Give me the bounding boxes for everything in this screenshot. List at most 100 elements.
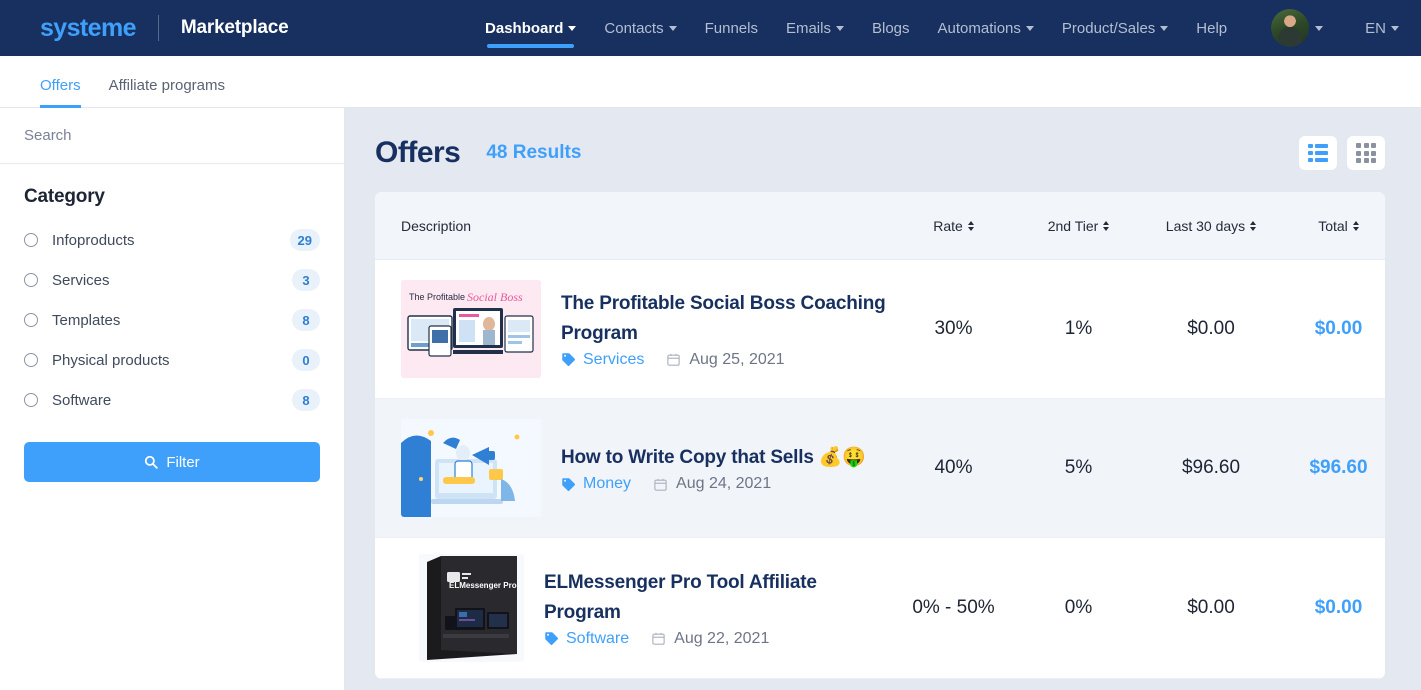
- section-tabs: Offers Affiliate programs: [0, 56, 1421, 108]
- category-option-services[interactable]: Services 3: [24, 260, 320, 300]
- sort-icon[interactable]: [1103, 221, 1109, 231]
- table-row[interactable]: The Profitable Social Boss: [375, 260, 1385, 399]
- sort-icon[interactable]: [1353, 221, 1359, 231]
- column-label: Description: [401, 218, 471, 234]
- offer-description-cell: The Profitable Social Boss: [401, 264, 891, 394]
- calendar-icon: [651, 631, 666, 646]
- offer-rate: 30%: [891, 318, 1016, 340]
- offer-date-label: Aug 25, 2021: [689, 351, 784, 369]
- systeme-logo[interactable]: systeme: [40, 14, 136, 43]
- nav-item-contacts[interactable]: Contacts: [604, 0, 676, 56]
- offers-main-panel: Offers 48 Results: [345, 108, 1421, 690]
- nav-item-blogs[interactable]: Blogs: [872, 0, 910, 56]
- nav-label-product-sales: Product/Sales: [1062, 20, 1155, 37]
- results-count: 48 Results: [486, 142, 581, 164]
- offer-text-block: The Profitable Social Boss Coaching Prog…: [561, 289, 891, 369]
- nav-item-dashboard[interactable]: Dashboard: [485, 0, 576, 56]
- offer-thumbnail[interactable]: ELMessenger Pro: [419, 554, 524, 662]
- search-icon: [144, 455, 158, 469]
- sort-icon[interactable]: [1250, 221, 1256, 231]
- page-title: Offers: [375, 136, 460, 170]
- search-input[interactable]: [24, 127, 320, 144]
- offer-title[interactable]: How to Write Copy that Sells 💰🤑: [561, 443, 891, 472]
- tab-offers[interactable]: Offers: [40, 77, 81, 107]
- offer-category-label: Services: [583, 351, 644, 369]
- nav-item-help[interactable]: Help: [1196, 0, 1227, 56]
- radio-icon[interactable]: [24, 393, 38, 407]
- column-label: Rate: [933, 218, 963, 234]
- offer-date: Aug 22, 2021: [651, 630, 769, 648]
- radio-icon[interactable]: [24, 273, 38, 287]
- category-option-infoproducts[interactable]: Infoproducts 29: [24, 220, 320, 260]
- offer-total: $96.60: [1281, 457, 1385, 479]
- category-option-templates[interactable]: Templates 8: [24, 300, 320, 340]
- offer-category-tag[interactable]: Services: [561, 351, 644, 369]
- category-label: Physical products: [52, 352, 292, 369]
- offer-category-tag[interactable]: Money: [561, 475, 631, 493]
- offer-last-30-days: $0.00: [1141, 318, 1281, 340]
- radio-icon[interactable]: [24, 353, 38, 367]
- offer-second-tier: 5%: [1016, 457, 1141, 479]
- view-mode-toggle: [1299, 136, 1385, 170]
- language-selector[interactable]: EN: [1365, 0, 1399, 56]
- offer-last-30-days: $96.60: [1141, 457, 1281, 479]
- category-option-software[interactable]: Software 8: [24, 380, 320, 420]
- list-view-button[interactable]: [1299, 136, 1337, 170]
- column-label: Last 30 days: [1166, 218, 1245, 234]
- category-label: Services: [52, 272, 292, 289]
- thumbnail-image: ELMessenger Pro: [419, 554, 524, 662]
- thumbnail-image: [401, 419, 541, 517]
- nav-label-automations: Automations: [938, 20, 1021, 37]
- table-row[interactable]: ELMessenger Pro ELMessenger Pro T: [375, 538, 1385, 679]
- main-menu: Dashboard Contacts Funnels Emails Blogs …: [485, 0, 1421, 56]
- offer-thumbnail[interactable]: [401, 419, 541, 517]
- nav-label-contacts: Contacts: [604, 20, 663, 37]
- offer-text-block: ELMessenger Pro Tool Affiliate Program S…: [544, 568, 891, 648]
- offer-category-tag[interactable]: Software: [544, 630, 629, 648]
- offer-description-cell: How to Write Copy that Sells 💰🤑 Money: [401, 403, 891, 533]
- column-header-rate[interactable]: Rate: [891, 218, 1016, 234]
- nav-item-automations[interactable]: Automations: [938, 0, 1034, 56]
- chevron-down-icon: [836, 26, 844, 31]
- offer-meta: Software Aug 22, 2021: [544, 630, 891, 648]
- sort-icon[interactable]: [968, 221, 974, 231]
- svg-text:The Profitable: The Profitable: [409, 292, 465, 302]
- tab-affiliate-programs[interactable]: Affiliate programs: [109, 77, 225, 107]
- calendar-icon: [666, 352, 681, 367]
- column-label: Total: [1318, 218, 1348, 234]
- nav-label-emails: Emails: [786, 20, 831, 37]
- tag-icon: [561, 477, 576, 492]
- nav-item-product-sales[interactable]: Product/Sales: [1062, 0, 1168, 56]
- chevron-down-icon: [1160, 26, 1168, 31]
- category-heading: Category: [0, 164, 344, 214]
- svg-text:ELMessenger Pro: ELMessenger Pro: [449, 581, 517, 590]
- column-label: 2nd Tier: [1048, 218, 1099, 234]
- radio-icon[interactable]: [24, 233, 38, 247]
- table-row[interactable]: How to Write Copy that Sells 💰🤑 Money: [375, 399, 1385, 538]
- column-header-2nd-tier[interactable]: 2nd Tier: [1016, 218, 1141, 234]
- tab-label-offers: Offers: [40, 77, 81, 94]
- nav-item-funnels[interactable]: Funnels: [705, 0, 758, 56]
- offer-thumbnail[interactable]: The Profitable Social Boss: [401, 280, 541, 378]
- offer-title[interactable]: ELMessenger Pro Tool Affiliate Program: [544, 568, 891, 627]
- offer-text-block: How to Write Copy that Sells 💰🤑 Money: [561, 443, 891, 493]
- grid-view-button[interactable]: [1347, 136, 1385, 170]
- category-label: Templates: [52, 312, 292, 329]
- offer-title[interactable]: The Profitable Social Boss Coaching Prog…: [561, 289, 891, 348]
- radio-icon[interactable]: [24, 313, 38, 327]
- chevron-down-icon: [568, 26, 576, 31]
- grid-view-icon: [1356, 143, 1376, 163]
- category-count-badge: 0: [292, 349, 320, 371]
- offer-second-tier: 0%: [1016, 597, 1141, 619]
- column-header-description[interactable]: Description: [401, 218, 891, 234]
- nav-item-emails[interactable]: Emails: [786, 0, 844, 56]
- brand[interactable]: systeme Marketplace: [0, 14, 289, 43]
- column-header-last-30-days[interactable]: Last 30 days: [1141, 218, 1281, 234]
- column-header-total[interactable]: Total: [1281, 218, 1385, 234]
- category-list: Infoproducts 29 Services 3 Templates 8 P…: [0, 214, 344, 420]
- offer-rate: 0% - 50%: [891, 597, 1016, 619]
- category-option-physical-products[interactable]: Physical products 0: [24, 340, 320, 380]
- filter-button[interactable]: Filter: [24, 442, 320, 482]
- user-account-menu[interactable]: [1271, 9, 1323, 47]
- offers-table: Description Rate 2nd Tier Last 30 days T…: [375, 192, 1385, 679]
